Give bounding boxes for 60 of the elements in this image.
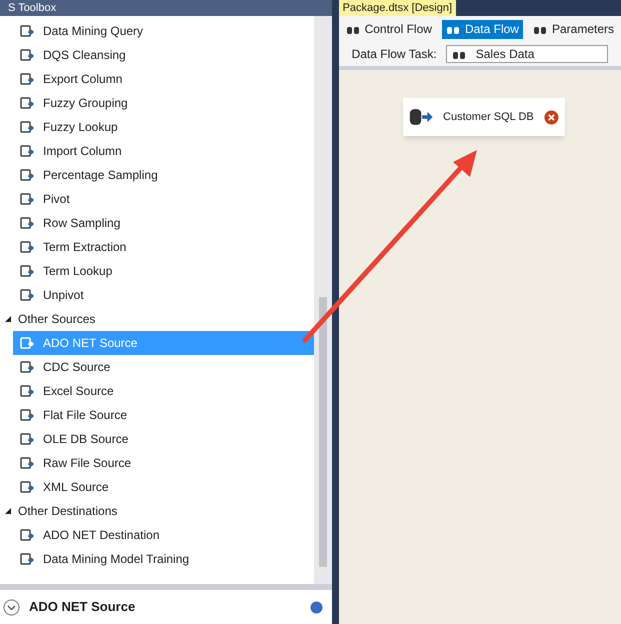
toolbox-item[interactable]: Term Extraction: [13, 235, 314, 259]
expander-icon: [4, 507, 12, 515]
toolbox-item[interactable]: Fuzzy Grouping: [13, 91, 314, 115]
component-icon: [20, 408, 34, 422]
component-icon: [20, 360, 34, 374]
toolbox-item[interactable]: Term Lookup: [13, 259, 314, 283]
panel-title: S Toolbox: [8, 1, 56, 16]
component-icon: [20, 120, 34, 134]
collapse-chevron-icon[interactable]: [3, 598, 20, 616]
toolbox-item[interactable]: ADO NET Destination: [13, 523, 314, 547]
component-icon: [20, 336, 34, 350]
component-icon: [20, 72, 34, 86]
toolbox-item[interactable]: Data Mining Query: [13, 19, 314, 43]
component-icon: [20, 456, 34, 470]
toolbox-item[interactable]: CDC Source: [13, 355, 314, 379]
component-icon: [20, 264, 34, 278]
component-icon: [20, 48, 34, 62]
component-icon: [20, 384, 34, 398]
source-node[interactable]: Customer SQL DB: [402, 98, 565, 136]
component-icon: [20, 552, 34, 566]
group-header[interactable]: Other Sources: [0, 307, 314, 331]
component-icon: [20, 432, 34, 446]
component-icon: [20, 480, 34, 494]
expander-icon: [4, 315, 12, 323]
component-icon: [20, 96, 34, 110]
task-label: Data Flow Task:: [352, 46, 437, 63]
scrollbar[interactable]: [314, 16, 332, 584]
task-dropdown[interactable]: Sales Data: [446, 45, 608, 63]
toolbox-item[interactable]: Export Column: [13, 67, 314, 91]
footer-title: ADO NET Source: [29, 598, 136, 616]
group-header[interactable]: Other Destinations: [0, 499, 314, 523]
toolbox-item[interactable]: Import Column: [13, 139, 314, 163]
toolbox-item[interactable]: DQS Cleansing: [13, 43, 314, 67]
toolbox-item[interactable]: Flat File Source: [13, 403, 314, 427]
designer-tab[interactable]: Parameters: [528, 20, 618, 38]
toolbox-item[interactable]: XML Source: [13, 475, 314, 499]
designer-tab[interactable]: Data Flow: [442, 20, 523, 38]
group-label: Other Sources: [18, 311, 96, 328]
database-arrow-icon: [408, 106, 434, 128]
toolbox-item[interactable]: Pivot: [13, 187, 314, 211]
component-icon: [20, 528, 34, 542]
component-icon: [20, 216, 34, 230]
toolbox-item[interactable]: Excel Source: [13, 379, 314, 403]
component-icon: [20, 144, 34, 158]
toolbox-item[interactable]: Fuzzy Lookup: [13, 115, 314, 139]
component-icon: [20, 240, 34, 254]
component-icon: [20, 288, 34, 302]
component-icon: [20, 24, 34, 38]
toolbox-item[interactable]: OLE DB Source: [13, 427, 314, 451]
group-label: Other Destinations: [18, 503, 118, 520]
help-icon[interactable]: [310, 600, 323, 614]
component-icon: [20, 192, 34, 206]
designer-tab[interactable]: Control Flow: [342, 20, 436, 38]
toolbox-item[interactable]: Row Sampling: [13, 211, 314, 235]
toolbox-item[interactable]: Raw File Source: [13, 451, 314, 475]
document-tab[interactable]: Package.dtsx [Design]: [338, 0, 456, 16]
toolbox-item[interactable]: Percentage Sampling: [13, 163, 314, 187]
toolbox-item[interactable]: Unpivot: [13, 283, 314, 307]
component-icon: [20, 168, 34, 182]
toolbox-item[interactable]: Data Mining Model Training: [13, 547, 314, 571]
